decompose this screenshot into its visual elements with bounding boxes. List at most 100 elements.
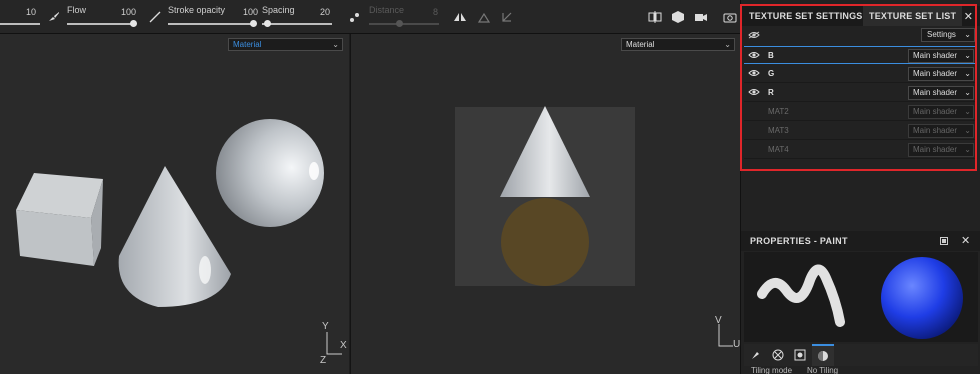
symmetry-icon[interactable]	[453, 10, 467, 24]
brush-stroke	[757, 264, 845, 327]
settings-button[interactable]: Settings ⌄	[921, 28, 975, 42]
shader-select[interactable]: Main shader ⌄	[908, 67, 974, 81]
spacing-slider[interactable]	[262, 23, 332, 25]
size-value: 10	[26, 7, 37, 17]
tab-texture-set-settings[interactable]: TEXTURE SET SETTINGS	[743, 6, 869, 26]
eye-icon[interactable]	[748, 88, 760, 96]
chevron-down-icon: ⌄	[964, 107, 971, 116]
material-sphere	[881, 257, 963, 339]
brush-tab-icon[interactable]	[750, 349, 762, 361]
distance-value: 8	[433, 7, 439, 17]
close-icon[interactable]: ✕	[961, 234, 970, 247]
lazy-mouse-icon[interactable]	[478, 10, 492, 24]
eye-icon[interactable]	[748, 51, 760, 59]
tiling-mode-value[interactable]: No Tiling	[807, 366, 838, 374]
axis-x-label: X	[340, 340, 347, 351]
camera-icon[interactable]	[694, 10, 708, 24]
chevron-down-icon: ⌄	[964, 30, 971, 39]
chevron-down-icon: ⌄	[964, 126, 971, 135]
flow-label: Flow	[67, 5, 87, 15]
stroke-opacity-slider-knob[interactable]	[250, 20, 257, 27]
transform-icon[interactable]	[500, 10, 514, 24]
shader-select-value: Main shader	[913, 107, 958, 116]
axis-v-label: V	[715, 315, 722, 326]
chevron-down-icon: ⌄	[964, 69, 971, 78]
uv-canvas	[455, 106, 733, 347]
eye-icon[interactable]	[748, 69, 760, 77]
brush-icon[interactable]	[47, 10, 61, 24]
cone-mesh	[118, 166, 231, 307]
spacing-slider-knob[interactable]	[264, 20, 271, 27]
flow-slider-knob[interactable]	[130, 20, 137, 27]
distance-label: Distance	[369, 5, 405, 15]
texture-set-name: MAT3	[768, 126, 789, 135]
close-icon[interactable]: ✕	[964, 10, 973, 23]
shader-select-value: Main shader	[913, 145, 958, 154]
uv-axis-gizmo	[718, 324, 733, 347]
axis-z-label: Z	[320, 355, 327, 366]
texture-set-row[interactable]: G Main shader ⌄	[744, 65, 976, 83]
distance-slider	[369, 23, 439, 25]
texture-set-name: MAT4	[768, 145, 789, 154]
shader-select: Main shader ⌄	[908, 105, 974, 119]
2d-viewport[interactable]: Material ⌄ V U	[350, 34, 740, 374]
properties-header: PROPERTIES - PAINT ✕	[741, 231, 980, 251]
texture-set-row[interactable]: MAT4 Main shader ⌄	[744, 141, 976, 159]
properties-title: PROPERTIES - PAINT	[750, 236, 848, 246]
properties-tabs	[744, 344, 978, 366]
stroke-icon[interactable]	[148, 10, 162, 24]
chevron-down-icon: ⌄	[964, 145, 971, 154]
shader-select-value: Main shader	[913, 51, 958, 60]
flow-slider[interactable]	[67, 23, 133, 25]
cube-mesh	[16, 173, 103, 266]
sphere-mesh	[216, 119, 324, 227]
size-slider[interactable]	[0, 23, 40, 25]
alpha-tab-icon[interactable]	[772, 349, 784, 361]
texture-set-row[interactable]: R Main shader ⌄	[744, 84, 976, 102]
flow-value: 100	[121, 7, 137, 17]
stencil-tab-icon[interactable]	[794, 349, 806, 361]
texture-set-name: G	[768, 69, 775, 78]
axis-y-label: Y	[322, 321, 329, 332]
3d-viewport[interactable]: Material ⌄ Y X Z	[0, 34, 349, 374]
distance-slider-knob	[396, 20, 403, 27]
spacing-label: Spacing	[262, 5, 295, 15]
tab-texture-set-list[interactable]: TEXTURE SET LIST	[863, 6, 963, 26]
tiling-mode-label: Tiling mode	[751, 366, 793, 374]
stroke-opacity-value: 100	[243, 7, 259, 17]
visibility-toggle-all-icon[interactable]	[748, 31, 760, 39]
shader-select: Main shader ⌄	[908, 124, 974, 138]
display-mode-icon[interactable]	[671, 10, 685, 24]
stroke-opacity-label: Stroke opacity	[168, 5, 226, 15]
shader-select-value: Main shader	[913, 126, 958, 135]
spacing-value: 20	[320, 7, 331, 17]
material-tab[interactable]	[812, 344, 834, 366]
undock-icon[interactable]	[940, 237, 948, 245]
chevron-down-icon: ⌄	[964, 51, 971, 60]
shader-select[interactable]: Main shader ⌄	[908, 86, 974, 100]
texture-set-row[interactable]: MAT2 Main shader ⌄	[744, 103, 976, 121]
texture-set-name: MAT2	[768, 107, 789, 116]
material-tab-icon	[818, 351, 828, 361]
split-view-icon[interactable]	[648, 10, 662, 24]
brush-preview	[744, 252, 978, 342]
texture-set-name: R	[768, 88, 774, 97]
shader-select: Main shader ⌄	[908, 143, 974, 157]
settings-button-label: Settings	[927, 30, 956, 39]
brush-preview-canvas	[757, 257, 963, 339]
tool-properties-toolbar: 10 Flow 100 Stroke opacity 100 Spacing 2…	[0, 0, 740, 34]
right-panel: TEXTURE SET SETTINGS TEXTURE SET LIST ✕ …	[740, 0, 980, 374]
jitter-icon[interactable]	[348, 10, 362, 24]
3d-scene	[16, 119, 342, 355]
texture-set-tabs: TEXTURE SET SETTINGS TEXTURE SET LIST ✕	[741, 6, 980, 26]
screenshot-icon[interactable]	[723, 10, 737, 24]
texture-set-row[interactable]: MAT3 Main shader ⌄	[744, 122, 976, 140]
shader-select-value: Main shader	[913, 88, 958, 97]
shader-select[interactable]: Main shader ⌄	[908, 49, 974, 63]
chevron-down-icon: ⌄	[964, 88, 971, 97]
texture-set-name: B	[768, 51, 774, 60]
sphere-uv-island	[501, 198, 589, 286]
texture-set-row[interactable]: B Main shader ⌄	[744, 46, 976, 64]
stroke-opacity-slider[interactable]	[168, 23, 255, 25]
shader-select-value: Main shader	[913, 69, 958, 78]
